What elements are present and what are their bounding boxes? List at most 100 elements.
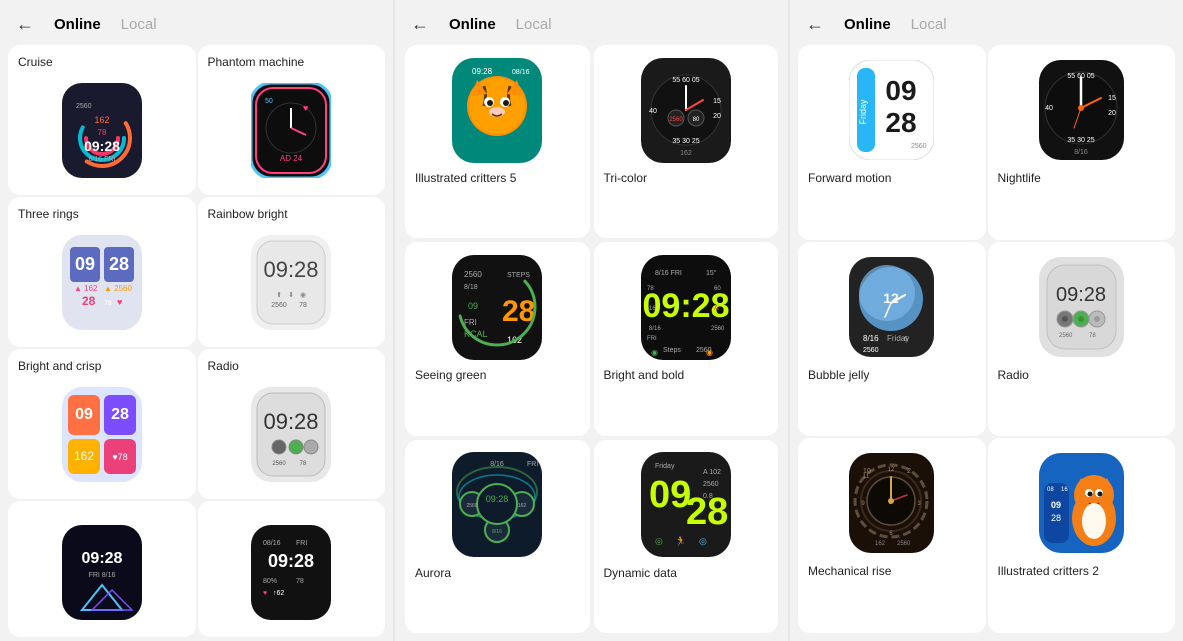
svg-text:◎: ◎ xyxy=(699,536,707,546)
svg-text:35 30 25: 35 30 25 xyxy=(1067,137,1094,144)
svg-text:2560: 2560 xyxy=(273,461,287,467)
svg-text:6: 6 xyxy=(904,336,908,343)
tab-online-middle[interactable]: Online xyxy=(449,16,496,33)
tab-local-right[interactable]: Local xyxy=(911,16,947,33)
card-phantom[interactable]: Phantom machine AD 24 50 ♥ xyxy=(198,45,386,195)
svg-text:162: 162 xyxy=(680,150,692,157)
back-button-right[interactable]: ← xyxy=(806,14,824,35)
card-dynamic-label: Dynamic data xyxy=(604,566,677,580)
card-cruise-label: Cruise xyxy=(18,55,53,69)
tab-local-left[interactable]: Local xyxy=(121,16,157,33)
svg-text:162: 162 xyxy=(875,541,886,547)
card-critters5-label: Illustrated critters 5 xyxy=(415,171,516,185)
svg-text:8/16 FRI: 8/16 FRI xyxy=(88,156,115,163)
watchface-radio-right: 09:28 2560 78 xyxy=(1039,257,1124,357)
svg-text:09:28: 09:28 xyxy=(1056,284,1106,306)
svg-text:78: 78 xyxy=(300,461,307,467)
svg-text:50: 50 xyxy=(265,98,273,105)
card-forward-motion[interactable]: 09 28 Friday 2560 Forward motion xyxy=(798,45,986,240)
svg-text:♥: ♥ xyxy=(263,590,267,597)
watchface-three-rings: 09 28 ▲ 162 ▲ 2560 28 78 ♥ xyxy=(62,235,142,330)
middle-panel: ← Online Local xyxy=(395,0,788,641)
svg-text:15: 15 xyxy=(713,98,721,105)
watchface-forward-motion: 09 28 Friday 2560 xyxy=(849,60,934,160)
card-tricolor[interactable]: 55 60 05 35 30 25 40 15 20 2560 80 162 T… xyxy=(594,45,779,238)
svg-text:15: 15 xyxy=(1108,95,1116,102)
svg-text:28: 28 xyxy=(109,254,129,274)
svg-text:8/16: 8/16 xyxy=(1074,149,1088,156)
card-mech-rise[interactable]: 12 3 6 9 10 2 11 162 2560 Mechanical ris… xyxy=(798,438,986,633)
svg-text:8/16: 8/16 xyxy=(649,326,661,332)
svg-text:162: 162 xyxy=(94,115,109,125)
svg-text:162: 162 xyxy=(518,503,527,509)
card-rainbow[interactable]: Rainbow bright 09:28 ⬆ ⬇ ◉ 2560 78 xyxy=(198,197,386,347)
svg-text:FRI: FRI xyxy=(296,540,307,547)
card-aurora[interactable]: 09:28 2560 162 8/16 8/16 FRI Aurora xyxy=(405,440,590,633)
card-cruise[interactable]: Cruise 162 78 09:28 8/16 FRI 2560 xyxy=(8,45,196,195)
svg-text:15°: 15° xyxy=(706,269,717,277)
card-bubble-jelly[interactable]: 12 8/16 Friday 2560 6 Bubble jelly xyxy=(798,242,986,437)
svg-text:FRI 8/16: FRI 8/16 xyxy=(88,572,115,579)
watchface-radio-left: 09:28 2560 78 xyxy=(251,387,331,482)
watchface-aurora: 09:28 2560 162 8/16 8/16 FRI xyxy=(452,452,542,557)
svg-text:09:28: 09:28 xyxy=(264,257,319,282)
card-bubble-jelly-label: Bubble jelly xyxy=(808,368,869,382)
watchface-phantom: AD 24 50 ♥ xyxy=(251,83,331,178)
tab-online-left[interactable]: Online xyxy=(54,16,101,33)
svg-text:2560: 2560 xyxy=(1059,333,1073,339)
svg-text:09:28: 09:28 xyxy=(268,551,314,571)
card-btm-left[interactable]: 09:28 FRI 8/16 xyxy=(8,501,196,637)
tab-online-right[interactable]: Online xyxy=(844,16,891,33)
svg-text:STEPS: STEPS xyxy=(507,272,530,279)
card-seeing-green[interactable]: 2560 STEPS 8/18 09 28 FRI KCAL 162 Seein… xyxy=(405,242,590,435)
card-seeing-green-label: Seeing green xyxy=(415,368,486,382)
watchface-bright-crisp: 09 28 162 ♥78 xyxy=(62,387,142,482)
svg-text:09: 09 xyxy=(468,301,478,311)
card-bright-crisp[interactable]: Bright and crisp 09 28 162 ♥78 xyxy=(8,349,196,499)
svg-text:2560: 2560 xyxy=(863,347,879,354)
svg-text:08: 08 xyxy=(1047,487,1054,493)
card-dynamic[interactable]: Friday 09 28 A 102 2560 0.8 ◎ 🏃 ◎ Dynami… xyxy=(594,440,779,633)
svg-text:08/16: 08/16 xyxy=(263,540,281,547)
svg-text:2560: 2560 xyxy=(669,117,683,123)
svg-text:55 60 05: 55 60 05 xyxy=(672,77,699,84)
card-radio-left[interactable]: Radio 09:28 2560 78 xyxy=(198,349,386,499)
svg-text:2560: 2560 xyxy=(703,481,719,488)
svg-text:FRI: FRI xyxy=(647,336,657,342)
card-critters5[interactable]: 09:28 08/16 Illustrated critters 5 xyxy=(405,45,590,238)
watchface-btm-left: 09:28 FRI 8/16 xyxy=(62,525,142,620)
back-button-middle[interactable]: ← xyxy=(411,14,429,35)
svg-text:09:28: 09:28 xyxy=(81,550,122,567)
card-critters2[interactable]: 09 28 08 16 Illustrated critters 2 xyxy=(988,438,1176,633)
card-nightlife-label: Nightlife xyxy=(998,171,1041,185)
svg-text:09:28: 09:28 xyxy=(486,494,509,504)
card-bright-bold-label: Bright and bold xyxy=(604,368,685,382)
tab-local-middle[interactable]: Local xyxy=(516,16,552,33)
card-three-rings[interactable]: Three rings 09 28 ▲ 162 ▲ 2560 28 78 ♥ xyxy=(8,197,196,347)
svg-text:◉: ◉ xyxy=(300,292,306,299)
svg-text:08/16: 08/16 xyxy=(512,69,530,76)
right-panel: ← Online Local 09 28 Friday 2560 Forward… xyxy=(790,0,1183,641)
card-btm-right[interactable]: 08/16 FRI 09:28 80% ♥ ↑62 78 xyxy=(198,501,386,637)
svg-text:▲ 2560: ▲ 2560 xyxy=(104,284,132,293)
svg-text:2: 2 xyxy=(907,468,911,475)
svg-text:2560: 2560 xyxy=(76,103,92,110)
right-header: ← Online Local xyxy=(790,0,1183,45)
card-tricolor-label: Tri-color xyxy=(604,171,648,185)
svg-text:Friday: Friday xyxy=(858,99,868,125)
svg-text:12: 12 xyxy=(888,467,895,473)
back-button-left[interactable]: ← xyxy=(16,14,34,35)
card-rainbow-label: Rainbow bright xyxy=(208,207,288,221)
card-phantom-label: Phantom machine xyxy=(208,55,305,69)
middle-header: ← Online Local xyxy=(395,0,788,45)
card-radio-right[interactable]: 09:28 2560 78 Radio xyxy=(988,242,1176,437)
svg-text:09: 09 xyxy=(75,406,93,423)
watchface-bright-bold: 8/16 FRI 15° 78 60 09:28 16 A 8/16 2560 … xyxy=(641,255,731,360)
card-nightlife[interactable]: 55 60 05 40 15 20 35 30 25 8/16 Nightlif… xyxy=(988,45,1176,240)
svg-text:2560: 2560 xyxy=(897,541,911,547)
svg-text:⬆: ⬆ xyxy=(276,291,282,299)
watchface-mech-rise: 12 3 6 9 10 2 11 162 2560 xyxy=(849,453,934,553)
card-aurora-label: Aurora xyxy=(415,566,451,580)
card-bright-bold[interactable]: 8/16 FRI 15° 78 60 09:28 16 A 8/16 2560 … xyxy=(594,242,779,435)
svg-text:35 30 25: 35 30 25 xyxy=(672,138,699,145)
